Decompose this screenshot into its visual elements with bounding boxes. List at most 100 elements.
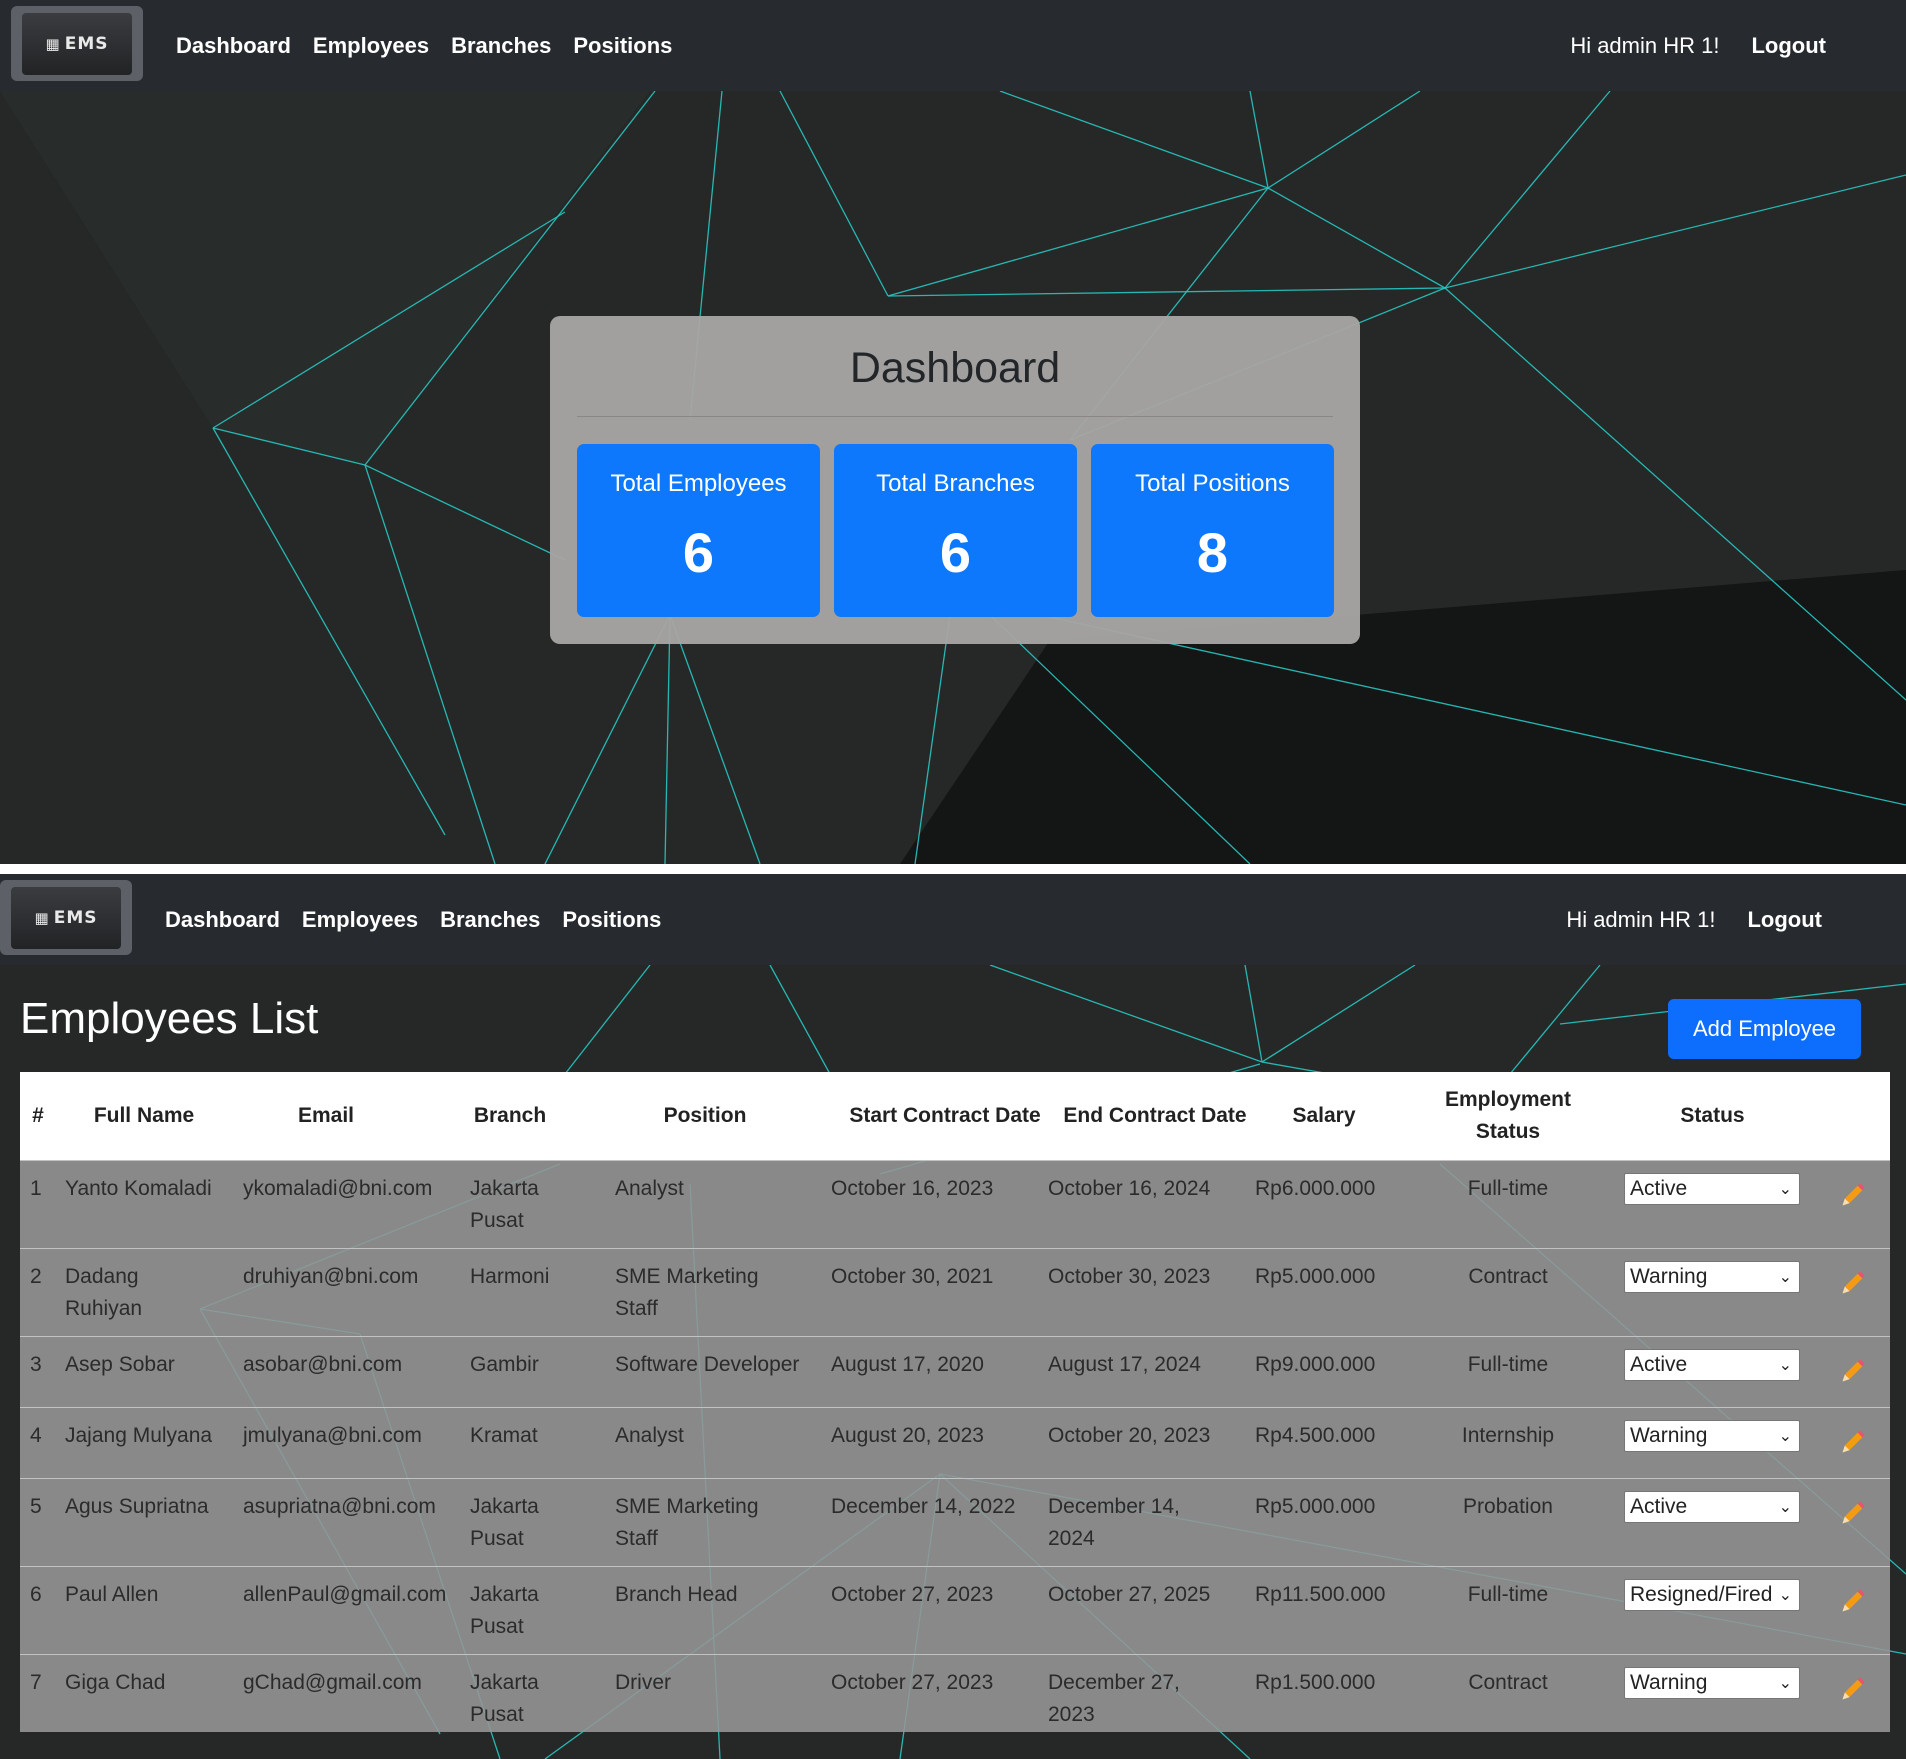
cell-employment-status: Probation <box>1463 1495 1553 1518</box>
chevron-down-icon: ⌄ <box>1778 1269 1792 1286</box>
building-icon: ▦ <box>45 34 61 53</box>
status-select-value: Resigned/Fired <box>1630 1583 1773 1606</box>
pencil-icon[interactable] <box>1839 1428 1867 1456</box>
column-header-full-name: Full Name <box>93 1104 195 1127</box>
table-row: 6 Paul Allen allenPaul@gmail.com Jakarta… <box>20 1566 1890 1654</box>
chevron-down-icon: ⌄ <box>1778 1357 1792 1374</box>
chevron-down-icon: ⌄ <box>1778 1587 1792 1604</box>
column-header-branch: Branch <box>473 1104 547 1127</box>
pencil-icon[interactable] <box>1839 1181 1867 1209</box>
cell-start-date: October 27, 2023 <box>831 1671 994 1694</box>
nav-employees[interactable]: Employees <box>313 33 429 59</box>
cell-start-date: August 17, 2020 <box>831 1353 984 1376</box>
cell-position: Analyst <box>615 1424 684 1447</box>
status-select[interactable]: Warning ⌄ <box>1624 1667 1800 1699</box>
cell-branch: Jakarta Pusat <box>470 1671 539 1726</box>
pencil-icon[interactable] <box>1839 1675 1867 1703</box>
cell-email: druhiyan@bni.com <box>243 1265 419 1288</box>
nav-positions[interactable]: Positions <box>573 33 672 59</box>
status-select[interactable]: Active ⌄ <box>1624 1173 1800 1205</box>
cell-salary: Rp6.000.000 <box>1255 1177 1376 1200</box>
column-header-start-contract-date: Start Contract Date <box>849 1104 1041 1127</box>
dashboard-panel: Dashboard Total Employees 6 Total Branch… <box>550 316 1360 644</box>
nav-links: Dashboard Employees Branches Positions <box>165 874 661 965</box>
cell-position: Analyst <box>615 1177 684 1200</box>
cell-salary: Rp9.000.000 <box>1255 1353 1376 1376</box>
cell-full-name: Paul Allen <box>65 1583 159 1606</box>
status-select[interactable]: Warning ⌄ <box>1624 1420 1800 1452</box>
cell-position: SME Marketing Staff <box>615 1265 759 1320</box>
nav-employees[interactable]: Employees <box>302 907 418 933</box>
pencil-icon[interactable] <box>1839 1357 1867 1385</box>
table-row: 1 Yanto Komaladi ykomaladi@bni.com Jakar… <box>20 1160 1890 1248</box>
cell-full-name: Yanto Komaladi <box>65 1177 212 1200</box>
status-select-value: Active <box>1630 1353 1688 1376</box>
logout-link[interactable]: Logout <box>1751 33 1826 59</box>
cell-start-date: October 30, 2021 <box>831 1265 994 1288</box>
divider <box>577 416 1333 417</box>
total-branches-card: Total Branches 6 <box>834 444 1077 617</box>
nav-positions[interactable]: Positions <box>562 907 661 933</box>
column-header-email: Email <box>297 1104 355 1127</box>
cell-end-date: October 20, 2023 <box>1048 1424 1211 1447</box>
chevron-down-icon: ⌄ <box>1778 1181 1792 1198</box>
cell-end-date: October 27, 2025 <box>1048 1583 1211 1606</box>
nav-branches[interactable]: Branches <box>451 33 551 59</box>
status-select-value: Active <box>1630 1495 1688 1518</box>
pencil-icon[interactable] <box>1839 1269 1867 1297</box>
cell-salary: Rp1.500.000 <box>1255 1671 1376 1694</box>
table-row: 4 Jajang Mulyana jmulyana@bni.com Kramat… <box>20 1407 1890 1478</box>
top-navbar: ▦ EMS Dashboard Employees Branches Posit… <box>0 0 1906 91</box>
cell-number: 4 <box>30 1424 42 1447</box>
cell-salary: Rp5.000.000 <box>1255 1265 1376 1288</box>
cell-position: SME Marketing Staff <box>615 1495 759 1550</box>
cell-full-name: Dadang Ruhiyan <box>65 1265 143 1320</box>
cell-employment-status: Full-time <box>1467 1353 1549 1376</box>
stat-value: 6 <box>682 521 715 584</box>
cell-employment-status: Full-time <box>1467 1583 1549 1606</box>
cell-branch: Harmoni <box>470 1265 550 1288</box>
cell-branch: Jakarta Pusat <box>470 1583 539 1638</box>
cell-salary: Rp4.500.000 <box>1255 1424 1376 1447</box>
table-row: 7 Giga Chad gChad@gmail.com Jakarta Pusa… <box>20 1654 1890 1732</box>
cell-full-name: Jajang Mulyana <box>65 1424 213 1447</box>
status-select-value: Warning <box>1630 1265 1708 1288</box>
total-employees-card: Total Employees 6 <box>577 444 820 617</box>
cell-number: 7 <box>30 1671 42 1694</box>
nav-branches[interactable]: Branches <box>440 907 540 933</box>
nav-dashboard[interactable]: Dashboard <box>176 33 291 59</box>
cell-start-date: October 16, 2023 <box>831 1177 994 1200</box>
cell-end-date: October 30, 2023 <box>1048 1265 1211 1288</box>
column-header-status: Status <box>1680 1104 1745 1127</box>
cell-branch: Gambir <box>470 1353 539 1376</box>
logout-link[interactable]: Logout <box>1747 907 1822 933</box>
building-icon: ▦ <box>34 908 50 927</box>
status-select[interactable]: Warning ⌄ <box>1624 1261 1800 1293</box>
brand-text: EMS <box>64 33 109 54</box>
cell-end-date: December 27, 2023 <box>1048 1671 1180 1726</box>
nav-dashboard[interactable]: Dashboard <box>165 907 280 933</box>
cell-number: 5 <box>30 1495 42 1518</box>
brand-logo[interactable]: ▦ EMS <box>11 6 143 81</box>
cell-full-name: Asep Sobar <box>65 1353 175 1376</box>
chevron-down-icon: ⌄ <box>1778 1428 1792 1445</box>
page-title: Employees List <box>20 994 319 1043</box>
cell-branch: Kramat <box>470 1424 538 1447</box>
cell-employment-status: Full-time <box>1467 1177 1549 1200</box>
brand-logo[interactable]: ▦ EMS <box>0 880 132 955</box>
table-row: 3 Asep Sobar asobar@bni.com Gambir Softw… <box>20 1336 1890 1407</box>
table-row: 5 Agus Supriatna asupriatna@bni.com Jaka… <box>20 1478 1890 1566</box>
status-select[interactable]: Active ⌄ <box>1624 1349 1800 1381</box>
add-employee-button[interactable]: Add Employee <box>1668 999 1861 1059</box>
cell-number: 3 <box>30 1353 42 1376</box>
cell-email: jmulyana@bni.com <box>243 1424 422 1447</box>
status-select[interactable]: Resigned/Fired ⌄ <box>1624 1579 1800 1611</box>
nav-links: Dashboard Employees Branches Positions <box>176 0 672 91</box>
cell-end-date: October 16, 2024 <box>1048 1177 1211 1200</box>
status-select[interactable]: Active ⌄ <box>1624 1491 1800 1523</box>
cell-salary: Rp11.500.000 <box>1255 1583 1386 1606</box>
cell-employment-status: Contract <box>1468 1265 1548 1288</box>
dashboard-title: Dashboard <box>849 344 1061 392</box>
pencil-icon[interactable] <box>1839 1587 1867 1615</box>
pencil-icon[interactable] <box>1839 1499 1867 1527</box>
